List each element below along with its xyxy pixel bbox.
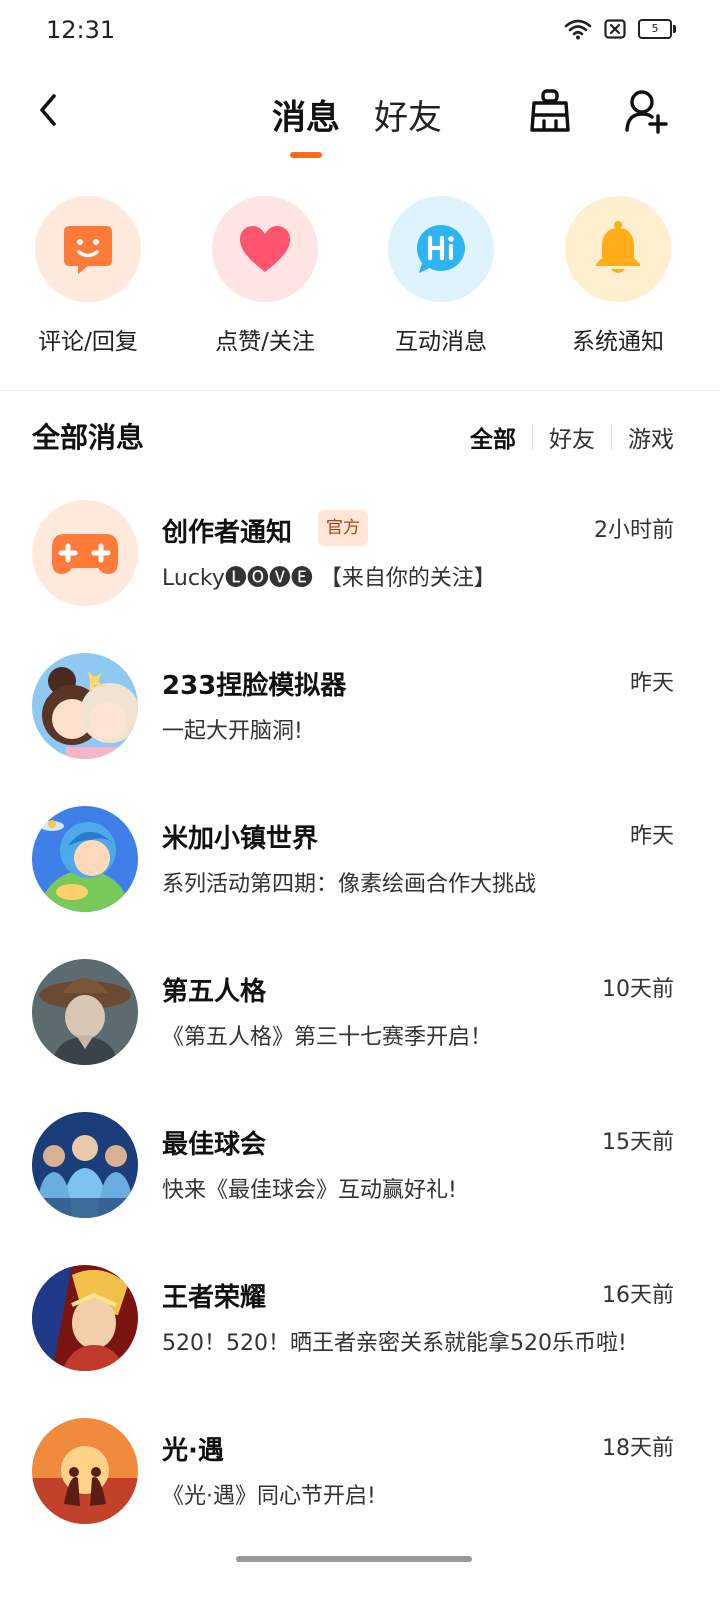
tab-messages[interactable]: 消息 <box>272 90 340 139</box>
avatar <box>32 806 138 912</box>
message-title: 光·遇 <box>162 1436 224 1466</box>
comment-smile-icon <box>64 226 112 274</box>
shortcut-label: 系统通知 <box>572 329 664 355</box>
hi-bubble-icon <box>417 225 465 273</box>
shortcut-circle <box>212 196 318 302</box>
message-item-best-club[interactable]: 最佳球会 15天前 快来《最佳球会》互动赢好礼! <box>0 1110 720 1263</box>
message-item-identity-v[interactable]: 第五人格 10天前 《第五人格》第三十七赛季开启！ <box>0 957 720 1110</box>
avatar <box>32 1418 138 1524</box>
hero-warrior-avatar <box>32 1265 138 1371</box>
message-title: 233捏脸模拟器 <box>162 671 347 701</box>
avatar <box>32 959 138 1065</box>
filter-all[interactable]: 全部 <box>470 420 516 454</box>
football-players-avatar <box>32 1112 138 1218</box>
anime-girls-avatar <box>32 653 138 759</box>
top-nav: 消息 好友 <box>0 70 720 160</box>
add-friend-icon <box>625 90 668 134</box>
clean-button[interactable] <box>528 88 572 134</box>
message-item-miga-town[interactable]: 米加小镇世界 昨天 系列活动第四期：像素绘画合作大挑战 <box>0 804 720 957</box>
shortcut-label: 评论/回复 <box>38 329 138 355</box>
shortcut-comments-replies[interactable]: 评论/回复 <box>8 196 168 356</box>
shortcut-circle <box>388 196 494 302</box>
active-tab-indicator <box>290 152 322 158</box>
message-preview: 系列活动第四期：像素绘画合作大挑战 <box>162 872 537 897</box>
status-bar: 12:31 5 <box>0 0 720 64</box>
message-time: 15天前 <box>602 1130 674 1155</box>
shortcut-circle <box>35 196 141 302</box>
message-item-honor-of-kings[interactable]: 王者荣耀 16天前 520！520！晒王者亲密关系就能拿520乐币啦! <box>0 1263 720 1416</box>
shortcut-system-notifications[interactable]: 系统通知 <box>538 196 698 356</box>
battery-icon: 5 <box>638 19 676 39</box>
tab-friends[interactable]: 好友 <box>374 90 442 139</box>
heart-icon <box>240 226 290 272</box>
message-time: 2小时前 <box>594 518 674 543</box>
message-preview: Lucky🅛🅞🅥🅔 【来自你的关注】 <box>162 566 496 591</box>
shortcut-likes-follows[interactable]: 点赞/关注 <box>185 196 345 356</box>
official-badge: 官方 <box>318 510 368 546</box>
wifi-icon <box>564 18 592 40</box>
message-time: 16天前 <box>602 1283 674 1308</box>
avatar <box>32 1112 138 1218</box>
section-title: 全部消息 <box>32 421 145 454</box>
message-title: 创作者通知 <box>162 518 293 548</box>
filter-friends[interactable]: 好友 <box>549 420 595 454</box>
gamepad-icon <box>52 534 118 574</box>
home-indicator[interactable] <box>236 1556 472 1562</box>
message-item-creator-notice[interactable]: 创作者通知 官方 2小时前 Lucky🅛🅞🅥🅔 【来自你的关注】 <box>0 498 720 651</box>
message-time: 昨天 <box>629 671 674 696</box>
message-title: 米加小镇世界 <box>162 824 319 854</box>
filter-games[interactable]: 游戏 <box>628 420 674 454</box>
message-preview: 一起大开脑洞! <box>162 719 303 744</box>
filter-separator <box>532 424 533 450</box>
message-time: 10天前 <box>602 977 674 1002</box>
message-list: 创作者通知 官方 2小时前 Lucky🅛🅞🅥🅔 【来自你的关注】 233捏脸模拟… <box>0 498 720 1569</box>
status-time: 12:31 <box>46 16 116 44</box>
message-preview: 《光·遇》同心节开启! <box>162 1484 376 1509</box>
message-title: 第五人格 <box>162 977 267 1007</box>
message-item-sky[interactable]: 光·遇 18天前 《光·遇》同心节开启! <box>0 1416 720 1569</box>
shortcut-circle <box>565 196 671 302</box>
add-friend-button[interactable] <box>624 88 668 134</box>
clean-basket-icon <box>530 89 570 132</box>
filter-separator <box>611 424 612 450</box>
shortcut-row: 评论/回复 点赞/关注 互动消息 系统通知 <box>0 196 720 356</box>
bell-icon <box>596 221 640 273</box>
back-button[interactable] <box>34 90 64 130</box>
message-preview: 快来《最佳球会》互动赢好礼! <box>162 1178 457 1203</box>
message-filters: 全部 好友 游戏 <box>470 420 674 454</box>
message-title: 最佳球会 <box>162 1130 267 1160</box>
status-icons: 5 <box>564 18 676 40</box>
sim-x-icon <box>604 19 626 39</box>
message-time: 昨天 <box>629 824 674 849</box>
shortcut-label: 互动消息 <box>395 329 487 355</box>
message-title: 王者荣耀 <box>162 1283 267 1313</box>
sunset-couple-avatar <box>32 1418 138 1524</box>
avatar <box>32 1265 138 1371</box>
shortcut-interactions[interactable]: 互动消息 <box>361 196 521 356</box>
avatar <box>32 653 138 759</box>
message-preview: 《第五人格》第三十七赛季开启！ <box>162 1025 493 1050</box>
message-preview: 520！520！晒王者亲密关系就能拿520乐币啦! <box>162 1331 627 1356</box>
back-icon <box>40 94 56 126</box>
message-time: 18天前 <box>602 1436 674 1461</box>
message-item-233-face[interactable]: 233捏脸模拟器 昨天 一起大开脑洞! <box>0 651 720 804</box>
shortcut-label: 点赞/关注 <box>215 329 315 355</box>
cartoon-kid-avatar <box>32 806 138 912</box>
hat-character-avatar <box>32 959 138 1065</box>
section-divider <box>0 390 720 391</box>
avatar <box>32 500 138 606</box>
